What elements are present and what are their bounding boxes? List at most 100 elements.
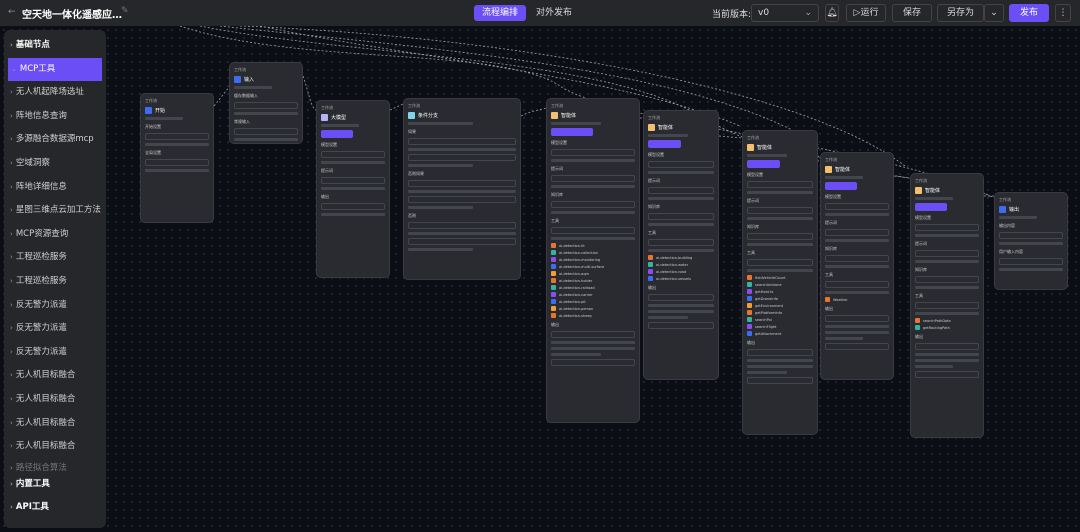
version-select[interactable]: v0 ⌄ [751,4,819,22]
mode-toggle[interactable] [825,182,889,190]
mode-toggle[interactable] [915,203,979,211]
tool-item[interactable]: searchPoi [747,317,813,322]
tool-item[interactable]: ai-detection-building [648,255,714,260]
workflow-node[interactable]: 工作流 条件分支 如果 否则如果 否则 [403,98,521,280]
node-field[interactable] [408,154,516,161]
workflow-node[interactable]: 工作流 智能体 模型设置 提示词 知识库 工具 searchPathData getRout… [910,173,984,438]
tool-item[interactable]: ai-detection-monitoring [551,257,635,262]
publish-button[interactable]: 发布 [1009,4,1049,22]
save-as-button[interactable]: 另存为 [937,4,984,22]
sidebar-item[interactable]: › 星图三维点云加工方法 [4,199,106,223]
node-field[interactable] [915,224,979,231]
mode-toggle[interactable] [747,160,813,168]
save-as-menu-chevron-icon[interactable]: ⌄ [984,4,1004,22]
sidebar-item[interactable]: › 基础节点 [4,34,106,58]
node-field[interactable] [408,138,516,145]
node-field[interactable] [999,258,1063,265]
tool-item[interactable]: ai-detection-collection [551,250,635,255]
save-button[interactable]: 保存 [892,4,932,22]
node-field[interactable] [825,255,889,262]
workflow-node[interactable]: 工作流 开始 开始设置 全局设置 [140,93,214,223]
node-field[interactable] [747,181,813,188]
tool-item[interactable]: getHeat.ts [747,289,813,294]
node-field[interactable] [321,151,385,158]
back-arrow-icon[interactable]: ← [8,7,16,17]
tool-item[interactable]: ai-detection-sheep [551,313,635,318]
tool-item[interactable]: searchPathData [915,318,979,323]
node-field[interactable] [234,128,298,135]
pencil-icon[interactable]: ✎ [121,6,129,16]
node-field[interactable] [915,302,979,309]
tab-external-publish[interactable]: 对外发布 [528,5,580,21]
tool-item[interactable]: ai-detection-carrier [551,292,635,297]
node-field[interactable] [747,233,813,240]
sidebar-item[interactable]: › 反无警力派遣 [4,317,106,341]
node-field[interactable] [825,203,889,210]
workflow-node[interactable]: 工作流 智能体 模型设置 提示词 知识库 工具 ai-detection-building… [643,110,719,380]
node-field[interactable] [408,196,516,203]
mode-toggle[interactable] [648,140,714,148]
sidebar-item[interactable]: › 空域洞察 [4,152,106,176]
node-field[interactable] [825,281,889,288]
node-field[interactable] [551,175,635,182]
sidebar-item[interactable]: › 阵地信息查询 [4,105,106,129]
tool-item[interactable]: ai-detection-aqm [551,271,635,276]
node-field[interactable] [825,315,889,322]
sidebar-item[interactable]: › 路径拟合算法 [4,459,106,473]
sidebar-item[interactable]: › API工具 [4,496,106,520]
sidebar-item[interactable]: › 工程巡检服务 [4,246,106,270]
node-field[interactable] [551,359,635,366]
tool-item[interactable]: ai-detection-road [648,269,714,274]
sidebar-item[interactable]: › MCP资源查询 [4,223,106,247]
mode-toggle[interactable] [321,130,385,138]
node-field[interactable] [648,294,714,301]
node-field[interactable] [747,377,813,384]
node-field[interactable] [648,161,714,168]
sidebar-item[interactable]: › 工程巡检服务 [4,270,106,294]
tool-item[interactable]: ai-detection-multi-surface [551,264,635,269]
workflow-node[interactable]: 工作流 大模型 模型设置 提示词 输出 [316,100,390,278]
sidebar-item[interactable]: › 内置工具 [4,473,106,497]
node-field[interactable] [321,177,385,184]
workflow-node[interactable]: 工作流 输入 缓存数据输入 常规输入 [229,62,303,144]
node-field[interactable] [408,222,516,229]
tool-item[interactable]: getRoutingPath [915,325,979,330]
tool-item[interactable]: searchFlight [747,324,813,329]
node-field[interactable] [915,250,979,257]
tool-item[interactable]: ai-detection-railroad [551,285,635,290]
node-field[interactable] [825,229,889,236]
node-field[interactable] [747,259,813,266]
node-field[interactable] [145,133,209,140]
node-field[interactable] [234,102,298,109]
workflow-node[interactable]: 工作流 智能体 模型设置 提示词 知识库 工具 fieldVehicleCount sear… [742,130,818,435]
node-field[interactable] [408,180,516,187]
bell-icon[interactable]: 🔔︎ [825,4,839,22]
node-field[interactable] [145,159,209,166]
sidebar-item[interactable]: › 无人机目标融合 [4,435,106,459]
sidebar-item[interactable]: › 无人机目标融合 [4,412,106,436]
sidebar-item[interactable]: › 无人机起降场选址 [4,81,106,105]
tool-item[interactable]: ai-detection-person [551,306,635,311]
sidebar-item[interactable]: ⌄ MCP工具 [8,57,102,82]
node-field[interactable] [551,227,635,234]
node-field[interactable] [648,322,714,329]
tool-item[interactable]: ai-detection-pit [551,299,635,304]
node-field[interactable] [747,207,813,214]
node-field[interactable] [321,203,385,210]
tool-item[interactable]: getDroneInfo [747,296,813,301]
tool-item[interactable]: getAttachment [747,331,813,336]
node-field[interactable] [747,349,813,356]
more-vertical-icon[interactable]: ⋮ [1055,4,1071,22]
sidebar-item[interactable]: › 无人机目标融合 [4,364,106,388]
tool-item[interactable]: fieldVehicleCount [747,275,813,280]
tool-item[interactable]: ai-detection-holder [551,278,635,283]
workflow-node[interactable]: 工作流 输出 输出内容 用户输入内容 [994,192,1068,290]
node-field[interactable] [551,201,635,208]
node-field[interactable] [915,343,979,350]
workflow-node[interactable]: 工作流 智能体 模型设置 提示词 知识库 工具 Weather 输出 [820,152,894,380]
node-field[interactable] [551,149,635,156]
node-field[interactable] [648,213,714,220]
node-field[interactable] [915,371,979,378]
run-button[interactable]: ▷运行 [846,4,886,22]
tab-flow-orchestration[interactable]: 流程编排 [474,5,527,21]
